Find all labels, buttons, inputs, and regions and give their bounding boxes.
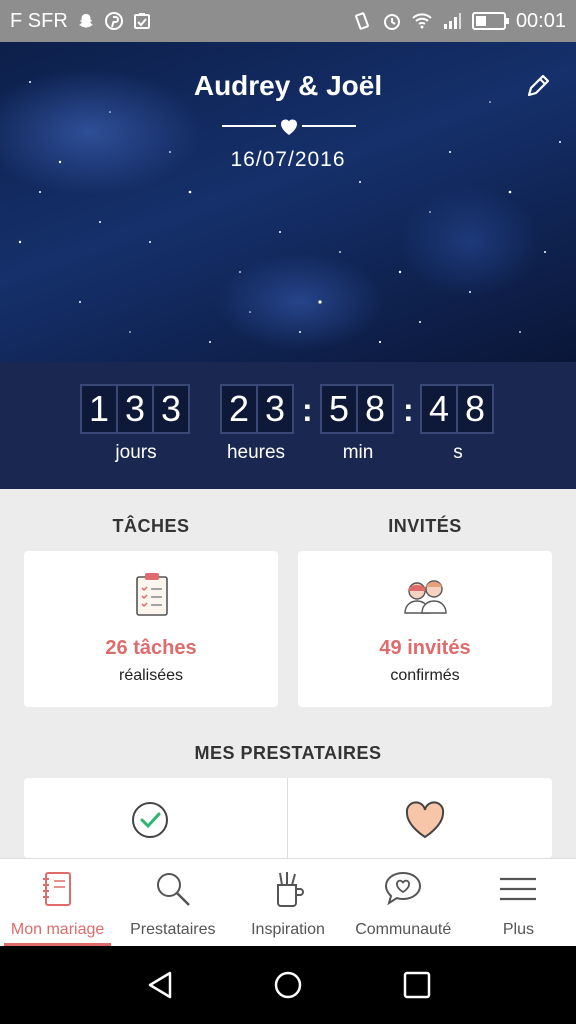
status-bar: F SFR 00:01	[0, 0, 576, 42]
home-icon[interactable]	[271, 968, 305, 1002]
clipboard-checklist-icon	[136, 573, 168, 616]
nav-label: Communauté	[355, 921, 452, 938]
booked-vendors-tile[interactable]	[24, 778, 287, 858]
nav-communaute[interactable]: Communauté	[346, 859, 461, 946]
tasks-card[interactable]: 26 tâches réalisées	[24, 551, 278, 707]
digit: 5	[320, 384, 358, 434]
colon-separator: :	[403, 392, 414, 428]
vendors-title: MES PRESTATAIRES	[194, 743, 382, 763]
vendors-card	[24, 778, 552, 858]
bottom-nav: Mon mariage Prestataires Inspiration Com…	[0, 858, 576, 946]
wifi-icon	[412, 11, 432, 31]
digit: 8	[456, 384, 494, 434]
snapchat-icon	[76, 11, 96, 31]
guests-card[interactable]: 49 invités confirmés	[298, 551, 552, 707]
vibrate-icon	[352, 11, 372, 31]
tasks-count: 26 tâches	[105, 637, 197, 659]
days-label: jours	[115, 442, 157, 463]
digit: 3	[116, 384, 154, 434]
tasks-subtitle: réalisées	[118, 667, 184, 684]
colon-separator: :	[302, 392, 313, 428]
tasks-title: TÂCHES	[112, 516, 190, 536]
minutes-digits: 5 8	[320, 384, 394, 434]
clipboard-icon	[132, 11, 152, 31]
edit-button[interactable]	[524, 70, 554, 100]
pencil-icon	[527, 74, 550, 97]
nav-plus[interactable]: Plus	[461, 859, 576, 946]
search-icon	[156, 873, 190, 906]
hours-label: heures	[226, 442, 286, 463]
nav-label: Prestataires	[130, 921, 216, 938]
clock-label: 00:01	[515, 9, 566, 32]
nav-label: Mon mariage	[10, 921, 105, 938]
guests-count: 49 invités	[379, 637, 471, 659]
digit: 8	[356, 384, 394, 434]
nav-inspiration[interactable]: Inspiration	[230, 859, 345, 946]
minutes-label: min	[342, 442, 374, 463]
favorite-vendors-tile[interactable]	[288, 778, 552, 858]
digit: 3	[152, 384, 190, 434]
back-icon[interactable]	[144, 968, 178, 1002]
heart-divider	[222, 116, 356, 136]
nav-label: Inspiration	[251, 921, 325, 938]
battery-icon	[471, 12, 509, 30]
chat-heart-icon	[385, 871, 422, 906]
seconds-label: s	[453, 442, 463, 463]
nav-prestataires[interactable]: Prestataires	[115, 859, 230, 946]
inspiration-cup-icon	[277, 872, 304, 907]
heart-icon	[281, 119, 297, 135]
digit: 4	[420, 384, 458, 434]
couple-icon	[404, 580, 447, 614]
hero-banner: Audrey & Joël 16/07/2016	[0, 42, 576, 362]
digit: 1	[80, 384, 118, 434]
check-circle-icon	[132, 802, 168, 838]
nav-label: Plus	[502, 921, 534, 938]
menu-icon	[500, 877, 537, 901]
notebook-icon	[42, 872, 71, 906]
signal-icon	[442, 11, 462, 31]
couple-name: Audrey & Joël	[193, 70, 383, 101]
nav-mon-mariage[interactable]: Mon mariage	[0, 859, 115, 946]
heart-icon	[405, 801, 445, 839]
recents-icon[interactable]	[400, 968, 434, 1002]
digit: 3	[256, 384, 294, 434]
digit: 2	[220, 384, 258, 434]
guests-title: INVITÉS	[388, 516, 462, 536]
seconds-digits: 4 8	[420, 384, 494, 434]
hours-digits: 2 3	[220, 384, 294, 434]
alarm-icon	[382, 11, 402, 31]
pinterest-icon	[104, 11, 124, 31]
system-nav-bar	[0, 946, 576, 1024]
carrier-label: F SFR	[10, 9, 68, 32]
wedding-date: 16/07/2016	[230, 148, 346, 171]
guests-subtitle: confirmés	[390, 667, 460, 684]
days-digits: 1 3 3	[80, 384, 190, 434]
countdown-panel: 1 3 3 2 3 : 5 8 : 4 8 jours heures min s	[0, 362, 576, 489]
